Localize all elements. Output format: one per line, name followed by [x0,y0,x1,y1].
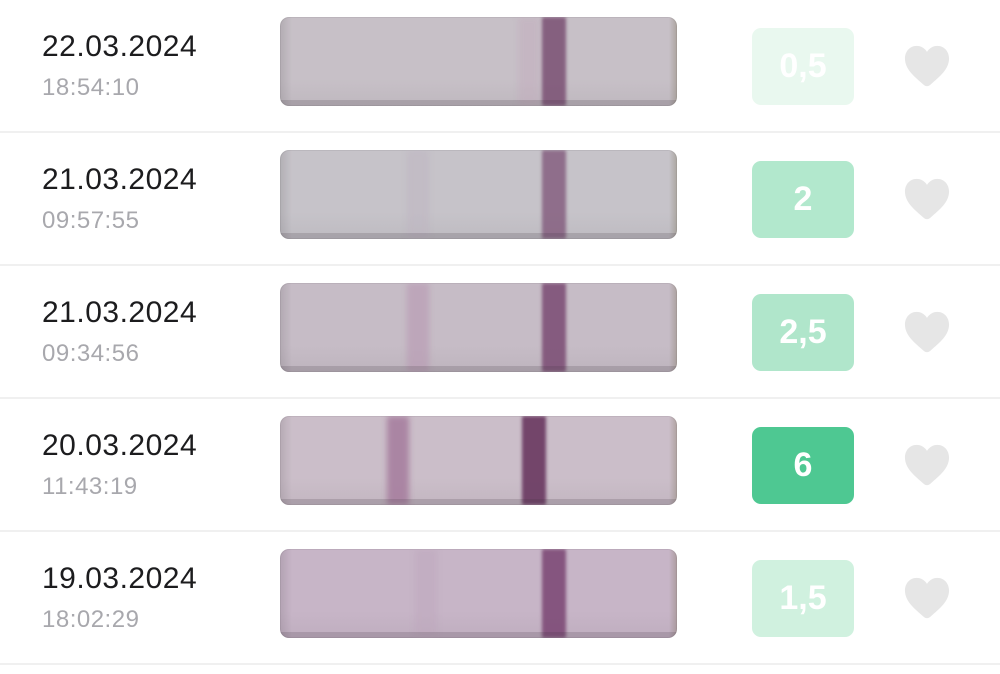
control-line [542,150,566,239]
test-line [407,150,429,239]
strip-edge-right [669,416,677,505]
strip-shadow [280,100,677,106]
test-line [518,17,540,106]
strip-edge-right [669,150,677,239]
strip-edge-left [280,150,292,239]
heart-icon[interactable] [904,310,950,354]
result-date: 22.03.2024 [42,30,198,63]
control-line [542,549,566,638]
strip-edge-left [280,17,292,106]
result-time: 09:57:55 [42,207,140,234]
strip-shadow [280,366,677,372]
result-date: 21.03.2024 [42,163,198,196]
test-results-list: 22.03.2024 18:54:10 0,5 21.03.2024 09:57… [0,0,1000,665]
heart-icon[interactable] [904,443,950,487]
strip-edge-right [669,549,677,638]
result-row[interactable]: 22.03.2024 18:54:10 0,5 [0,0,1000,133]
control-line [542,17,566,106]
result-date: 20.03.2024 [42,429,198,462]
strip-edge-left [280,416,292,505]
test-line [387,416,409,505]
strip-shadow [280,499,677,505]
strip-edge-left [280,549,292,638]
result-row[interactable]: 19.03.2024 18:02:29 1,5 [0,532,1000,665]
result-date: 21.03.2024 [42,296,198,329]
result-date: 19.03.2024 [42,562,198,595]
strip-edge-right [669,283,677,372]
strip-shadow [280,233,677,239]
heart-icon[interactable] [904,177,950,221]
result-value-badge: 2,5 [752,294,854,371]
test-line [415,549,437,638]
test-strip-photo[interactable] [280,416,677,505]
result-row[interactable]: 21.03.2024 09:57:55 2 [0,133,1000,266]
test-strip-photo[interactable] [280,150,677,239]
result-value-badge: 6 [752,427,854,504]
test-strip-photo[interactable] [280,283,677,372]
test-line [407,283,429,372]
result-time: 18:02:29 [42,606,140,633]
result-value-badge: 1,5 [752,560,854,637]
control-line [542,283,566,372]
result-row[interactable]: 21.03.2024 09:34:56 2,5 [0,266,1000,399]
result-time: 18:54:10 [42,74,140,101]
result-value-badge: 2 [752,161,854,238]
heart-icon[interactable] [904,576,950,620]
strip-edge-left [280,283,292,372]
result-time: 11:43:19 [42,473,138,500]
control-line [522,416,546,505]
strip-edge-right [669,17,677,106]
result-row[interactable]: 20.03.2024 11:43:19 6 [0,399,1000,532]
test-strip-photo[interactable] [280,549,677,638]
strip-shadow [280,632,677,638]
result-time: 09:34:56 [42,340,140,367]
result-value-badge: 0,5 [752,28,854,105]
test-strip-photo[interactable] [280,17,677,106]
heart-icon[interactable] [904,44,950,88]
